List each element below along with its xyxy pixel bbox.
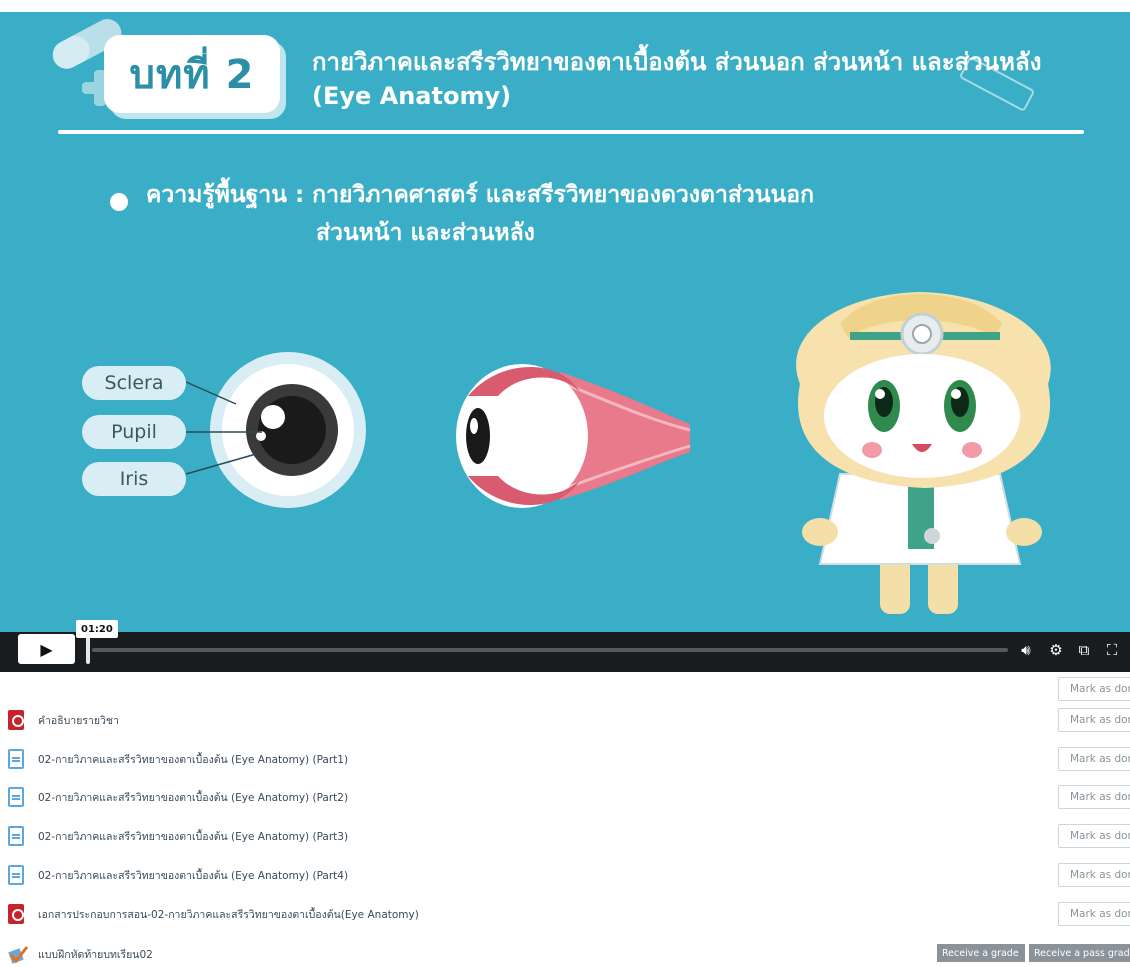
document-icon xyxy=(8,865,24,885)
activity-title[interactable]: 02-กายวิภาคและสรีรวิทยาของตาเบื้องต้น (E… xyxy=(38,828,348,845)
label-iris: Iris xyxy=(82,462,186,496)
receive-pass-grade-badge: Receive a pass grade xyxy=(1029,944,1130,962)
fullscreen-icon[interactable]: ⛶ xyxy=(1102,640,1122,660)
activity-title[interactable]: 02-กายวิภาคและสรีรวิทยาของตาเบื้องต้น (E… xyxy=(38,751,348,768)
eye-diagram xyxy=(185,352,691,508)
pdf-icon xyxy=(8,904,24,924)
activity-item[interactable]: คำอธิบายรายวิชา xyxy=(8,708,119,732)
mark-as-done-button[interactable]: Mark as done xyxy=(1058,708,1130,732)
document-icon xyxy=(8,749,24,769)
activity-title[interactable]: 02-กายวิภาคและสรีรวิทยาของตาเบื้องต้น (E… xyxy=(38,789,348,806)
activity-title[interactable]: เอกสารประกอบการสอน-02-กายวิภาคและสรีรวิท… xyxy=(38,906,419,923)
video-player[interactable]: บทที่ 2 กายวิภาคและสรีรวิทยาของตาเบื้องต… xyxy=(0,0,1130,672)
receive-grade-badge: Receive a grade xyxy=(937,944,1025,962)
volume-icon[interactable]: 🔊︎ xyxy=(1016,640,1036,660)
label-sclera: Sclera xyxy=(82,366,186,400)
mark-as-done-button[interactable]: Mark as done xyxy=(1058,747,1130,771)
mark-as-done-button[interactable]: Mark as done xyxy=(1058,863,1130,887)
activity-item[interactable]: แบบฝึกหัดท้ายบทเรียน02 xyxy=(8,942,153,966)
activity-item[interactable]: 02-กายวิภาคและสรีรวิทยาของตาเบื้องต้น (E… xyxy=(8,863,348,887)
pdf-icon xyxy=(8,710,24,730)
activity-item[interactable]: 02-กายวิภาคและสรีรวิทยาของตาเบื้องต้น (E… xyxy=(8,785,348,809)
document-icon xyxy=(8,787,24,807)
progress-bar[interactable] xyxy=(92,648,1008,652)
activity-title[interactable]: 02-กายวิภาคและสรีรวิทยาของตาเบื้องต้น (E… xyxy=(38,867,348,884)
doctor-mascot xyxy=(796,292,1051,614)
pip-icon[interactable]: ⧉ xyxy=(1074,640,1094,660)
activity-item[interactable]: 02-กายวิภาคและสรีรวิทยาของตาเบื้องต้น (E… xyxy=(8,824,348,848)
settings-icon[interactable]: ⚙ xyxy=(1046,640,1066,660)
mark-as-done-button[interactable]: Mark as done xyxy=(1058,824,1130,848)
mark-as-done-button[interactable]: Mark as done xyxy=(1058,677,1130,701)
quiz-icon xyxy=(8,946,29,964)
label-pupil: Pupil xyxy=(82,415,186,449)
mark-as-done-button[interactable]: Mark as done xyxy=(1058,785,1130,809)
activity-item[interactable]: เอกสารประกอบการสอน-02-กายวิภาคและสรีรวิท… xyxy=(8,902,419,926)
video-control-bar xyxy=(0,632,1130,672)
activity-item[interactable]: 02-กายวิภาคและสรีรวิทยาของตาเบื้องต้น (E… xyxy=(8,747,348,771)
play-button[interactable]: ▶ xyxy=(18,634,75,664)
lesson-slide: บทที่ 2 กายวิภาคและสรีรวิทยาของตาเบื้องต… xyxy=(0,12,1130,632)
play-icon: ▶ xyxy=(40,639,53,659)
progress-handle[interactable] xyxy=(86,636,90,664)
time-tooltip: 01:20 xyxy=(76,620,118,638)
mark-as-done-button[interactable]: Mark as done xyxy=(1058,902,1130,926)
activity-title[interactable]: คำอธิบายรายวิชา xyxy=(38,712,119,729)
document-icon xyxy=(8,826,24,846)
